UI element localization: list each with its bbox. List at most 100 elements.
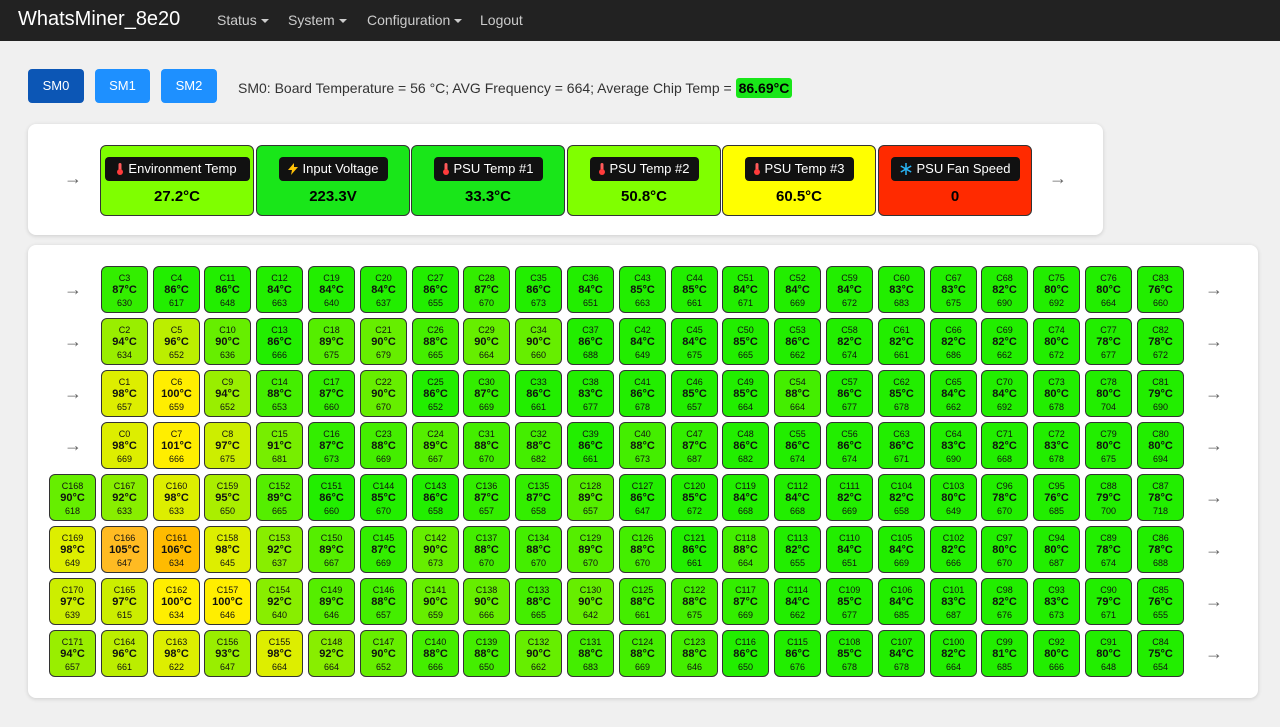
chip-cell[interactable]: C8 97°C 675	[204, 422, 251, 469]
chip-cell[interactable]: C68 82°C 690	[981, 266, 1028, 313]
chip-cell[interactable]: C110 84°C 651	[826, 526, 873, 573]
chip-cell[interactable]: C54 88°C 664	[774, 370, 821, 417]
chip-cell[interactable]: C51 84°C 671	[722, 266, 769, 313]
chip-cell[interactable]: C171 94°C 657	[49, 630, 96, 677]
chip-cell[interactable]: C107 84°C 678	[878, 630, 925, 677]
chip-cell[interactable]: C60 83°C 683	[878, 266, 925, 313]
chip-cell[interactable]: C137 88°C 670	[463, 526, 510, 573]
chip-cell[interactable]: C32 88°C 682	[515, 422, 562, 469]
chip-cell[interactable]: C28 87°C 670	[463, 266, 510, 313]
chip-cell[interactable]: C149 89°C 646	[308, 578, 355, 625]
chip-cell[interactable]: C46 85°C 657	[671, 370, 718, 417]
chip-cell[interactable]: C98 82°C 676	[981, 578, 1028, 625]
chip-cell[interactable]: C165 97°C 615	[101, 578, 148, 625]
chip-cell[interactable]: C123 88°C 646	[671, 630, 718, 677]
chip-cell[interactable]: C0 98°C 669	[101, 422, 148, 469]
chip-cell[interactable]: C61 82°C 661	[878, 318, 925, 365]
chip-cell[interactable]: C21 90°C 679	[360, 318, 407, 365]
chip-cell[interactable]: C57 86°C 677	[826, 370, 873, 417]
chip-cell[interactable]: C162 100°C 634	[153, 578, 200, 625]
nav-status-menu[interactable]: Status	[217, 12, 269, 28]
chip-cell[interactable]: C64 83°C 690	[930, 422, 977, 469]
chip-cell[interactable]: C80 80°C 694	[1137, 422, 1184, 469]
chip-cell[interactable]: C20 84°C 637	[360, 266, 407, 313]
sm0-button[interactable]: SM0	[28, 69, 84, 103]
chip-cell[interactable]: C86 78°C 688	[1137, 526, 1184, 573]
chip-cell[interactable]: C99 81°C 685	[981, 630, 1028, 677]
chip-cell[interactable]: C166 105°C 647	[101, 526, 148, 573]
chip-cell[interactable]: C19 84°C 640	[308, 266, 355, 313]
chip-cell[interactable]: C145 87°C 669	[360, 526, 407, 573]
chip-cell[interactable]: C160 98°C 633	[153, 474, 200, 521]
chip-cell[interactable]: C63 86°C 671	[878, 422, 925, 469]
chip-cell[interactable]: C136 87°C 657	[463, 474, 510, 521]
chip-cell[interactable]: C102 82°C 666	[930, 526, 977, 573]
nav-system-menu[interactable]: System	[288, 12, 347, 28]
chip-cell[interactable]: C45 84°C 675	[671, 318, 718, 365]
chip-cell[interactable]: C24 89°C 667	[412, 422, 459, 469]
chip-cell[interactable]: C82 78°C 672	[1137, 318, 1184, 365]
chip-cell[interactable]: C38 83°C 677	[567, 370, 614, 417]
chip-cell[interactable]: C69 82°C 662	[981, 318, 1028, 365]
chip-cell[interactable]: C130 90°C 642	[567, 578, 614, 625]
chip-cell[interactable]: C81 79°C 690	[1137, 370, 1184, 417]
chip-cell[interactable]: C168 90°C 618	[49, 474, 96, 521]
chip-cell[interactable]: C150 89°C 667	[308, 526, 355, 573]
chip-cell[interactable]: C111 82°C 669	[826, 474, 873, 521]
chip-cell[interactable]: C22 90°C 670	[360, 370, 407, 417]
chip-cell[interactable]: C1 98°C 657	[101, 370, 148, 417]
chip-cell[interactable]: C37 86°C 688	[567, 318, 614, 365]
chip-cell[interactable]: C129 89°C 670	[567, 526, 614, 573]
chip-cell[interactable]: C114 84°C 662	[774, 578, 821, 625]
chip-cell[interactable]: C147 90°C 652	[360, 630, 407, 677]
chip-cell[interactable]: C97 80°C 670	[981, 526, 1028, 573]
chip-cell[interactable]: C5 96°C 652	[153, 318, 200, 365]
brand-title[interactable]: WhatsMiner_8e20	[18, 8, 180, 31]
chip-cell[interactable]: C26 88°C 665	[412, 318, 459, 365]
chip-cell[interactable]: C132 90°C 662	[515, 630, 562, 677]
chip-cell[interactable]: C169 98°C 649	[49, 526, 96, 573]
chip-cell[interactable]: C161 106°C 634	[153, 526, 200, 573]
chip-cell[interactable]: C73 80°C 678	[1033, 370, 1080, 417]
chip-cell[interactable]: C35 86°C 673	[515, 266, 562, 313]
chip-cell[interactable]: C106 84°C 685	[878, 578, 925, 625]
chip-cell[interactable]: C12 84°C 663	[256, 266, 303, 313]
chip-cell[interactable]: C159 95°C 650	[204, 474, 251, 521]
chip-cell[interactable]: C72 83°C 678	[1033, 422, 1080, 469]
chip-cell[interactable]: C89 78°C 674	[1085, 526, 1132, 573]
chip-cell[interactable]: C112 84°C 668	[774, 474, 821, 521]
chip-cell[interactable]: C15 91°C 681	[256, 422, 303, 469]
chip-cell[interactable]: C50 85°C 665	[722, 318, 769, 365]
chip-cell[interactable]: C91 80°C 648	[1085, 630, 1132, 677]
chip-cell[interactable]: C47 87°C 687	[671, 422, 718, 469]
chip-cell[interactable]: C105 84°C 669	[878, 526, 925, 573]
chip-cell[interactable]: C170 97°C 639	[49, 578, 96, 625]
chip-cell[interactable]: C118 88°C 664	[722, 526, 769, 573]
chip-cell[interactable]: C48 86°C 682	[722, 422, 769, 469]
sm1-button[interactable]: SM1	[95, 69, 150, 103]
chip-cell[interactable]: C40 88°C 673	[619, 422, 666, 469]
chip-cell[interactable]: C79 80°C 675	[1085, 422, 1132, 469]
chip-cell[interactable]: C39 86°C 661	[567, 422, 614, 469]
chip-cell[interactable]: C133 88°C 665	[515, 578, 562, 625]
chip-cell[interactable]: C100 82°C 664	[930, 630, 977, 677]
chip-cell[interactable]: C75 80°C 692	[1033, 266, 1080, 313]
chip-cell[interactable]: C126 88°C 670	[619, 526, 666, 573]
chip-cell[interactable]: C85 76°C 655	[1137, 578, 1184, 625]
chip-cell[interactable]: C66 82°C 686	[930, 318, 977, 365]
chip-cell[interactable]: C135 87°C 658	[515, 474, 562, 521]
chip-cell[interactable]: C101 83°C 687	[930, 578, 977, 625]
chip-cell[interactable]: C121 86°C 661	[671, 526, 718, 573]
chip-cell[interactable]: C138 90°C 666	[463, 578, 510, 625]
chip-cell[interactable]: C9 94°C 652	[204, 370, 251, 417]
chip-cell[interactable]: C96 78°C 670	[981, 474, 1028, 521]
chip-cell[interactable]: C116 86°C 650	[722, 630, 769, 677]
chip-cell[interactable]: C71 82°C 668	[981, 422, 1028, 469]
chip-cell[interactable]: C127 86°C 647	[619, 474, 666, 521]
chip-cell[interactable]: C90 79°C 671	[1085, 578, 1132, 625]
chip-cell[interactable]: C11 86°C 648	[204, 266, 251, 313]
chip-cell[interactable]: C94 80°C 687	[1033, 526, 1080, 573]
chip-cell[interactable]: C30 87°C 669	[463, 370, 510, 417]
chip-cell[interactable]: C42 84°C 649	[619, 318, 666, 365]
chip-cell[interactable]: C14 88°C 653	[256, 370, 303, 417]
